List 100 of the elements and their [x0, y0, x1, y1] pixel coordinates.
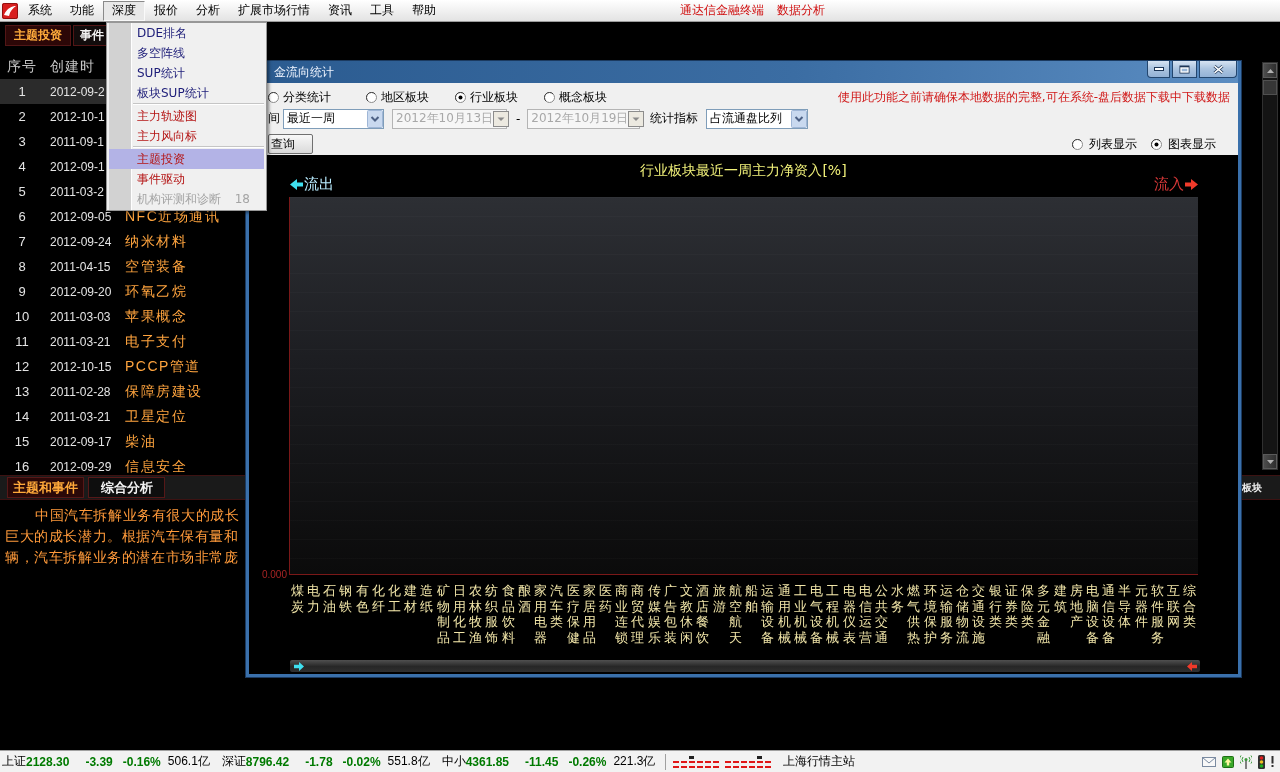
- theme-row[interactable]: 16 2012-09-29 信息安全: [0, 454, 187, 475]
- menu-item[interactable]: 资讯: [319, 0, 361, 21]
- theme-name: 电子支付: [125, 332, 187, 351]
- category-label: 燃气供热: [907, 583, 921, 646]
- category-label: 航空航天: [728, 583, 742, 646]
- theme-name: 柴油: [125, 432, 156, 451]
- category-label: 医疗保健: [566, 583, 580, 646]
- radio-option[interactable]: 概念板块: [544, 88, 633, 106]
- index-amount: 221.3亿: [613, 753, 656, 770]
- maximize-button[interactable]: [1172, 61, 1197, 78]
- minimize-button[interactable]: [1147, 61, 1170, 78]
- index-value: 8796.42: [245, 754, 290, 769]
- date-cell: 2011-04-15: [50, 259, 111, 274]
- scroll-up-button[interactable]: [1263, 63, 1277, 78]
- menu-item[interactable]: 分析: [187, 0, 229, 21]
- theme-row[interactable]: 15 2012-09-17 柴油: [0, 429, 156, 454]
- panel-tab[interactable]: 事件: [73, 25, 107, 46]
- down-arrow-icon: [1266, 459, 1274, 464]
- maximize-icon: [1179, 64, 1190, 74]
- menu-item[interactable]: 多空阵线: [109, 43, 264, 63]
- radio-option[interactable]: 行业板块: [455, 88, 544, 106]
- menu-item[interactable]: 工具: [361, 0, 403, 21]
- radio-option[interactable]: 列表显示: [1072, 135, 1151, 153]
- theme-row[interactable]: 9 2012-09-20 环氧乙烷: [0, 279, 187, 304]
- category-label: 证券类: [1004, 583, 1018, 632]
- category-label: 电脑设备: [1086, 583, 1099, 646]
- theme-row[interactable]: 13 2011-02-28 保障房建设: [0, 379, 203, 404]
- panel-tab[interactable]: 板块: [1242, 480, 1262, 495]
- menu-item[interactable]: 扩展市场行情: [229, 0, 319, 21]
- panel-tab[interactable]: 主题和事件: [7, 477, 84, 498]
- category-label: 软件服务: [1150, 583, 1164, 646]
- theme-row[interactable]: 14 2011-03-21 卫星定位: [0, 404, 187, 429]
- menu-item[interactable]: DDE排名: [109, 23, 264, 43]
- radio-option[interactable]: 分类统计: [268, 88, 366, 106]
- theme-name: 保障房建设: [125, 382, 203, 401]
- category-label: 综合类: [1183, 583, 1197, 632]
- antenna-icon[interactable]: [1240, 754, 1252, 769]
- category-label: 电器仪表: [842, 583, 856, 646]
- theme-name: 苹果概念: [125, 307, 187, 326]
- date-cell: 2012-09-17: [50, 434, 112, 449]
- menu-item[interactable]: 系统: [19, 0, 61, 21]
- menu-item[interactable]: 报价: [145, 0, 187, 21]
- indicator-icon: [673, 755, 720, 768]
- minimize-icon: [1153, 67, 1164, 71]
- traffic-light-icon[interactable]: [1258, 754, 1265, 769]
- row-number: 7: [18, 234, 26, 249]
- index-name: 深证: [221, 753, 246, 770]
- menu-item[interactable]: 主题投资: [109, 149, 264, 169]
- theme-row[interactable]: 7 2012-09-24 纳米材料: [0, 229, 187, 254]
- index-change: -3.39: [85, 754, 113, 769]
- category-label: 商贸代理: [631, 583, 645, 646]
- menu-item[interactable]: 功能: [61, 0, 103, 21]
- category-label: 通信设备: [1102, 583, 1116, 646]
- up-arrow-icon[interactable]: [1222, 755, 1234, 768]
- menu-item[interactable]: 主力风向标: [109, 126, 264, 146]
- scroll-down-button[interactable]: [1263, 454, 1277, 469]
- index-change: -1.78: [305, 754, 333, 769]
- category-label: 文教休闲: [680, 583, 694, 646]
- theme-name: 环氧乙烷: [125, 282, 187, 301]
- theme-name: PCCP管道: [125, 357, 201, 376]
- menu-item[interactable]: 深度: [103, 0, 145, 21]
- category-label: 酿酒: [517, 583, 531, 616]
- field-label: 统计指标: [650, 110, 699, 127]
- close-button[interactable]: [1199, 61, 1237, 78]
- category-label: 矿物制品: [436, 583, 450, 646]
- chart-scrollbar[interactable]: [290, 660, 1200, 673]
- query-button[interactable]: 查询: [268, 134, 313, 154]
- menu-link[interactable]: 通达信金融终端: [680, 2, 764, 19]
- app-logo-icon[interactable]: [2, 2, 18, 19]
- theme-row[interactable]: 12 2012-10-15 PCCP管道: [0, 354, 201, 379]
- server-name: 上海行情主站: [783, 753, 856, 770]
- theme-row[interactable]: 11 2011-03-21 电子支付: [0, 329, 187, 354]
- window-title: 金流向统计: [273, 64, 334, 81]
- row-number: 13: [14, 384, 30, 399]
- notice-text: 使用此功能之前请确保本地数据的完整,可在系统-盘后数据下载中下载数据: [837, 88, 1230, 106]
- metric-dropdown[interactable]: 占流通盘比列: [706, 108, 809, 129]
- panel-tab[interactable]: 综合分析: [88, 477, 165, 498]
- panel-tab[interactable]: 主题投资: [5, 25, 71, 46]
- column-header: 序号: [7, 57, 37, 76]
- mail-icon[interactable]: [1202, 756, 1216, 767]
- date-cell: 2011-03-03: [50, 309, 111, 324]
- theme-row[interactable]: 8 2011-04-15 空管装备: [0, 254, 187, 279]
- date-separator: -: [516, 111, 521, 126]
- menu-item[interactable]: 事件驱动: [109, 169, 264, 189]
- theme-row[interactable]: 10 2011-03-03 苹果概念: [0, 304, 187, 329]
- scrollbar-track[interactable]: [1262, 62, 1278, 470]
- index-amount: 506.1亿: [167, 753, 210, 770]
- index-percent: -0.26%: [568, 754, 607, 769]
- radio-option[interactable]: 地区板块: [366, 88, 455, 106]
- scroll-thumb[interactable]: [1263, 80, 1277, 95]
- right-arrow-icon: [294, 661, 304, 671]
- menu-link[interactable]: 数据分析: [777, 2, 825, 19]
- radio-option[interactable]: 图表显示: [1151, 135, 1230, 153]
- caret-down-icon: [628, 110, 645, 127]
- period-dropdown[interactable]: 最近一周: [283, 108, 384, 129]
- menu-item[interactable]: 主力轨迹图: [109, 106, 264, 126]
- left-arrow-icon: [1187, 661, 1197, 671]
- index-value: 4361.85: [465, 754, 509, 769]
- row-number: 1: [18, 84, 26, 99]
- menu-item[interactable]: 帮助: [403, 0, 445, 21]
